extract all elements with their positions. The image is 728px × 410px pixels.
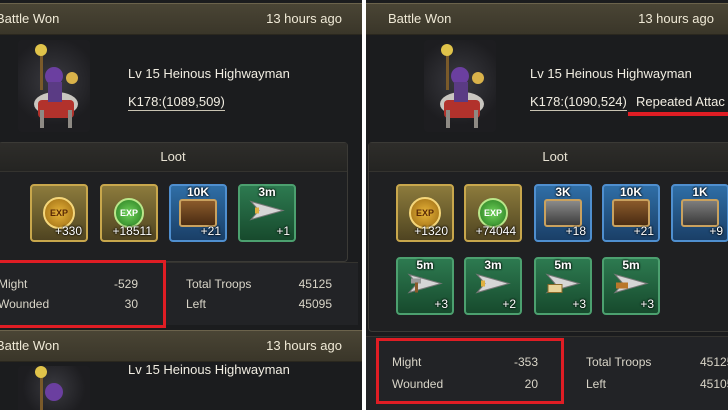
- target-coordinates-link[interactable]: K178:(1090,524): [530, 94, 627, 111]
- target-name: Lv 15 Heinous Highwayman: [128, 66, 290, 81]
- total-troops-value: 45125: [700, 355, 728, 369]
- grain-chest-icon: [179, 199, 217, 227]
- highlight-box: [376, 338, 564, 404]
- loot-item-speedup[interactable]: 3m +2: [464, 257, 522, 315]
- loot-item-count: +330: [54, 224, 82, 238]
- loot-item-count: +21: [200, 224, 221, 238]
- battle-report-panel-right: Battle Won 13 hours ago Lv 15 Heinous Hi…: [366, 0, 728, 410]
- battle-timestamp: 13 hours ago: [638, 11, 714, 26]
- loot-item-count: +3: [572, 297, 586, 311]
- loot-item-count: +18: [565, 224, 586, 238]
- troops-left-label: Left: [186, 297, 207, 311]
- loot-item-exp-green[interactable]: EXP +74044: [464, 184, 522, 242]
- highlight-underline: [628, 112, 728, 116]
- battle-report-header-next[interactable]: Battle Won 13 hours ago: [0, 330, 362, 362]
- loot-title: Loot: [369, 143, 728, 172]
- troops-left-value: 45095: [298, 297, 332, 311]
- ore-chest-icon: [681, 199, 719, 227]
- loot-item-tag: 1K: [692, 185, 708, 199]
- battle-result-title: Battle Won: [388, 11, 452, 26]
- loot-item-count: +2: [502, 297, 516, 311]
- troops-left-value: 45105: [700, 377, 728, 391]
- loot-item-stone-chest[interactable]: 3K +18: [534, 184, 592, 242]
- target-summary: Lv 15 Heinous Highwayman K178:(1090,524)…: [366, 40, 728, 140]
- grain-chest-icon: [612, 199, 650, 227]
- loot-item-tag: 10K: [186, 185, 209, 199]
- total-troops-label: Total Troops: [586, 355, 652, 369]
- loot-item-speedup[interactable]: 5m +3: [602, 257, 660, 315]
- highwayman-portrait: [18, 366, 90, 410]
- loot-title: Loot: [0, 143, 347, 172]
- loot-item-tag: 3K: [555, 185, 571, 199]
- loot-item-speedup-scroll[interactable]: 5m +3: [534, 257, 592, 315]
- loot-item-count: +9: [709, 224, 723, 238]
- battle-result-title: Battle Won: [0, 338, 60, 353]
- loot-item-exp-badge[interactable]: EXP +1320: [396, 184, 454, 242]
- troops-left-label: Left: [586, 377, 607, 391]
- loot-item-speedup-hammer[interactable]: 5m +3: [396, 257, 454, 315]
- target-summary-next: Lv 15 Heinous Highwayman: [0, 362, 362, 410]
- highwayman-portrait: [18, 40, 90, 132]
- loot-item-count: +3: [434, 297, 448, 311]
- loot-item-count: +1320: [414, 224, 448, 238]
- loot-item-count: +74044: [475, 224, 516, 238]
- total-troops-value: 45125: [298, 277, 332, 291]
- target-name: Lv 15 Heinous Highwayman: [530, 66, 692, 81]
- loot-item-grain-chest[interactable]: 10K +21: [602, 184, 660, 242]
- loot-item-count: +1: [276, 224, 290, 238]
- loot-item-grain-chest[interactable]: 10K +21: [169, 184, 227, 242]
- loot-item-exp-badge[interactable]: EXP +330: [30, 184, 88, 242]
- highwayman-portrait: [424, 40, 496, 132]
- target-name: Lv 15 Heinous Highwayman: [128, 362, 290, 377]
- loot-item-speedup[interactable]: 3m +1: [238, 184, 296, 242]
- loot-item-count: +21: [633, 224, 654, 238]
- loot-item-ore-chest[interactable]: 1K +9: [671, 184, 728, 242]
- highlight-box: [0, 260, 166, 328]
- target-coordinates-link[interactable]: K178:(1089,509): [128, 94, 225, 111]
- battle-report-header[interactable]: Battle Won 13 hours ago: [366, 3, 728, 35]
- loot-item-count: +3: [640, 297, 654, 311]
- battle-timestamp: 13 hours ago: [266, 11, 342, 26]
- loot-item-exp-green[interactable]: EXP +18511: [100, 184, 158, 242]
- battle-timestamp: 13 hours ago: [266, 338, 342, 353]
- battle-report-header[interactable]: Battle Won 13 hours ago: [0, 3, 362, 35]
- repeated-attack-label: Repeated Attac: [636, 94, 725, 109]
- battle-result-title: Battle Won: [0, 11, 60, 26]
- target-summary: Lv 15 Heinous Highwayman K178:(1089,509): [0, 40, 362, 140]
- loot-item-count: +18511: [112, 224, 153, 238]
- stone-chest-icon: [544, 199, 582, 227]
- battle-report-panel-left: Battle Won 13 hours ago Lv 15 Heinous Hi…: [0, 0, 362, 410]
- loot-item-tag: 10K: [619, 185, 642, 199]
- total-troops-label: Total Troops: [186, 277, 252, 291]
